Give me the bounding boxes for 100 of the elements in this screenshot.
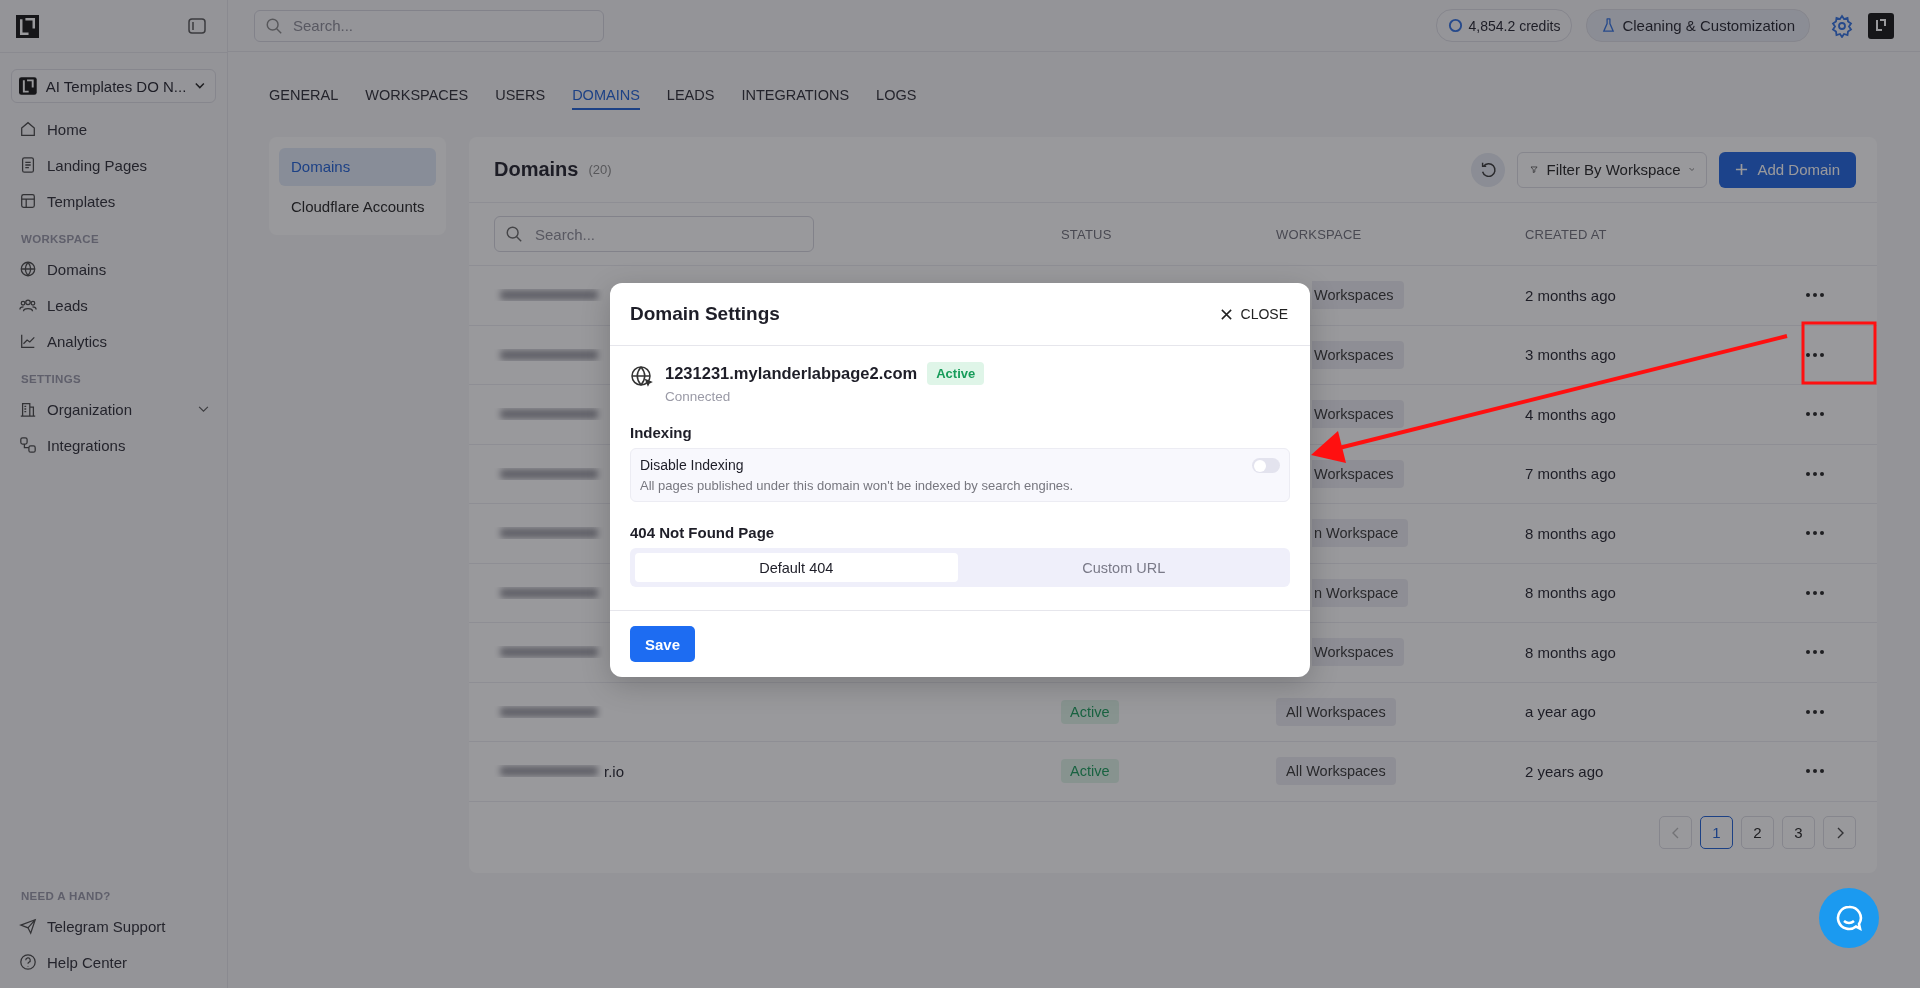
workspace-filter[interactable]: Filter By Workspace [1517, 151, 1708, 188]
segment-option[interactable]: Custom URL [962, 553, 1285, 582]
refresh-icon [1479, 160, 1498, 179]
nav-item[interactable]: Home [0, 111, 227, 147]
nav-item[interactable]: Landing Pages [0, 147, 227, 183]
page-button[interactable]: 3 [1782, 816, 1815, 849]
search-icon [265, 16, 283, 35]
globe-icon [19, 260, 37, 278]
logo-icon [19, 75, 37, 97]
chart-icon [19, 332, 37, 350]
tab[interactable]: LEADS [666, 87, 715, 110]
more-icon[interactable] [1806, 769, 1824, 774]
workspace-tag: n Workspace [1312, 578, 1409, 607]
chevron-right-icon [1835, 826, 1844, 839]
workspace-selector[interactable]: AI Templates DO N... [11, 69, 216, 103]
workspace-tag: Workspaces [1312, 459, 1404, 488]
more-icon[interactable] [1806, 471, 1824, 476]
setting-label: Disable Indexing [640, 457, 745, 473]
close-icon [1219, 307, 1233, 321]
domain-name: r.io [604, 762, 624, 780]
more-icon[interactable] [1806, 590, 1824, 595]
workspace-tag: Workspaces [1312, 638, 1404, 667]
globe-icon [630, 365, 654, 389]
card-title: Domains [494, 158, 579, 181]
column-header: CREATED AT [1525, 226, 1608, 242]
tab[interactable]: WORKSPACES [365, 87, 469, 110]
created-date: 2 months ago [1525, 286, 1616, 304]
status-badge: Active [1061, 759, 1119, 784]
created-date: 4 months ago [1525, 405, 1616, 423]
created-date: 3 months ago [1525, 346, 1616, 364]
page-button[interactable]: 2 [1741, 816, 1774, 849]
search-icon [505, 225, 523, 243]
more-icon[interactable] [1806, 352, 1824, 357]
more-icon[interactable] [1806, 412, 1824, 417]
dialog-title: Domain Settings [630, 303, 780, 325]
nav-item[interactable]: Telegram Support [0, 908, 227, 944]
tab[interactable]: GENERAL [269, 87, 339, 110]
nav-item[interactable]: Leads [0, 287, 227, 323]
column-header: STATUS [1061, 226, 1113, 242]
refresh-button[interactable] [1471, 152, 1506, 187]
credits-pill[interactable]: 4,854.2 credits [1435, 9, 1573, 42]
search-field[interactable]: Search... [494, 216, 814, 252]
section-heading: 404 Not Found Page [630, 524, 776, 541]
settings-nav-item[interactable]: Domains [279, 148, 436, 186]
page-icon [19, 156, 37, 174]
chat-icon [1834, 903, 1864, 933]
created-date: 8 months ago [1525, 584, 1616, 602]
nav-item[interactable]: Analytics [0, 323, 227, 359]
created-date: 8 months ago [1525, 643, 1616, 661]
nav-item[interactable]: Organization [0, 391, 227, 427]
tab[interactable]: LOGS [876, 87, 917, 110]
status-badge: Active [927, 362, 985, 385]
close-button[interactable]: CLOSE [1213, 305, 1294, 323]
chevron-down-icon [195, 82, 205, 90]
workspace-tag: Workspaces [1312, 340, 1404, 369]
nav-item[interactable]: Domains [0, 251, 227, 287]
logo-icon[interactable] [16, 14, 39, 38]
setting-description: All pages published under this domain won't be indexed by search engines. [640, 478, 1074, 493]
workspace-tag: Workspaces [1312, 281, 1404, 310]
workspace-tag: n Workspace [1312, 519, 1409, 548]
tab[interactable]: INTEGRATIONS [741, 87, 850, 110]
paper-plane-icon [19, 917, 37, 935]
save-button[interactable]: Save [630, 626, 696, 662]
page-button[interactable]: 1 [1700, 816, 1733, 849]
workspace-tag: Workspaces [1312, 400, 1404, 429]
tab[interactable]: DOMAINS [572, 87, 640, 110]
avatar-icon[interactable] [1868, 12, 1894, 39]
plus-icon [1735, 163, 1749, 176]
layout-icon [19, 192, 37, 210]
link-icon [19, 436, 37, 454]
nav-item[interactable]: Help Center [0, 944, 227, 980]
flask-icon [1601, 18, 1617, 33]
toggle-switch[interactable] [1252, 458, 1280, 473]
ring-icon [1447, 18, 1463, 33]
sidebar-toggle-icon[interactable] [188, 18, 206, 34]
column-header: WORKSPACE [1276, 226, 1363, 242]
people-icon [19, 296, 37, 314]
domain-name: 1231231.mylanderlabpage2.com [665, 364, 918, 383]
chat-button[interactable] [1819, 888, 1879, 948]
add-domain-button[interactable]: Add Domain [1719, 151, 1856, 188]
settings-nav-item[interactable]: Cloudflare Accounts [279, 188, 436, 226]
settings-icon[interactable] [1830, 13, 1854, 38]
workspace-pill[interactable]: Cleaning & Customization [1586, 9, 1810, 42]
workspace-tag: All Workspaces [1276, 697, 1396, 726]
more-icon[interactable] [1806, 650, 1824, 655]
segment-option[interactable]: Default 404 [635, 553, 958, 582]
created-date: 7 months ago [1525, 465, 1616, 483]
nav-item[interactable]: Templates [0, 183, 227, 219]
more-icon[interactable] [1806, 709, 1824, 714]
more-icon[interactable] [1806, 293, 1824, 298]
created-date: a year ago [1525, 703, 1596, 721]
search-field[interactable]: Search... [254, 9, 604, 42]
section-heading: Indexing [630, 424, 693, 441]
domain-count: (20) [588, 162, 612, 177]
tab[interactable]: USERS [495, 87, 546, 110]
created-date: 2 years ago [1525, 762, 1604, 780]
nav-item[interactable]: Integrations [0, 427, 227, 463]
more-icon[interactable] [1806, 531, 1824, 536]
workspace-tag: All Workspaces [1276, 757, 1396, 786]
home-icon [19, 120, 37, 138]
